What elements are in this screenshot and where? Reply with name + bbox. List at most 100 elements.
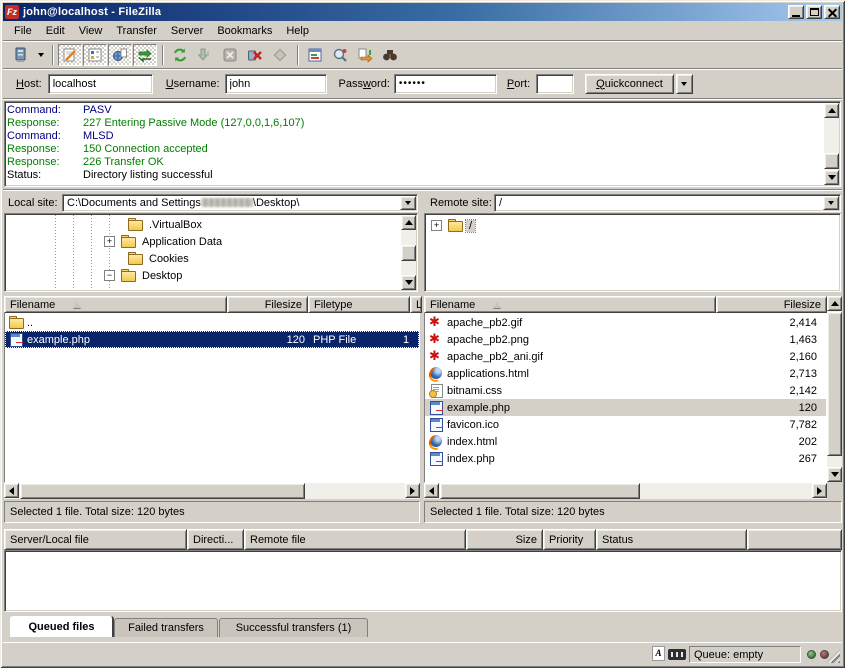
expand-icon[interactable]: +: [104, 236, 115, 247]
file-row-example-php[interactable]: example.php 120 PHP File 1: [5, 331, 419, 348]
close-button[interactable]: [824, 5, 840, 19]
collapse-icon[interactable]: −: [104, 270, 115, 281]
disconnect-button[interactable]: [243, 44, 267, 66]
menu-bookmarks[interactable]: Bookmarks: [210, 23, 279, 39]
scroll-up-button[interactable]: [401, 215, 416, 230]
file-row-parent-dir[interactable]: ..: [5, 314, 419, 331]
menu-bar: File Edit View Transfer Server Bookmarks…: [3, 22, 842, 40]
queue-status-panel: Queue: empty: [689, 646, 801, 663]
speed-limits-icon[interactable]: [668, 649, 686, 660]
toggle-message-log-button[interactable]: [58, 44, 82, 66]
combo-dropdown-button[interactable]: [823, 196, 839, 210]
column-last-modified[interactable]: L: [410, 296, 422, 313]
column-remote-file[interactable]: Remote file: [244, 529, 466, 550]
column-status[interactable]: Status: [596, 529, 747, 550]
menu-edit[interactable]: Edit: [39, 23, 72, 39]
site-manager-dropdown-button[interactable]: [34, 44, 47, 66]
column-server-local-file[interactable]: Server/Local file: [4, 529, 187, 550]
tree-item-root[interactable]: +/: [431, 217, 475, 234]
tab-successful-transfers[interactable]: Successful transfers (1): [219, 618, 368, 637]
file-row[interactable]: index.php267: [425, 450, 826, 467]
toggle-transfer-queue-button[interactable]: [133, 44, 157, 66]
menu-view[interactable]: View: [72, 23, 110, 39]
scroll-right-button[interactable]: [812, 483, 827, 498]
file-row[interactable]: apache_pb2.gif2,414: [425, 314, 826, 331]
cancel-operation-button[interactable]: [218, 44, 242, 66]
toggle-remote-tree-button[interactable]: [108, 44, 132, 66]
file-row[interactable]: apache_pb2.png1,463: [425, 331, 826, 348]
menu-file[interactable]: File: [7, 23, 39, 39]
host-input[interactable]: [48, 74, 153, 94]
scroll-up-button[interactable]: [827, 296, 842, 311]
scroll-thumb[interactable]: [827, 312, 842, 456]
username-input[interactable]: [225, 74, 327, 94]
scroll-right-button[interactable]: [405, 483, 420, 498]
scroll-up-button[interactable]: [824, 103, 839, 118]
title-bar[interactable]: Fz john@localhost - FileZilla: [3, 3, 842, 21]
column-filename[interactable]: Filename: [4, 296, 227, 313]
scroll-thumb[interactable]: [20, 483, 305, 499]
file-row-selected[interactable]: example.php120: [425, 399, 826, 416]
log-entry: Status:Directory listing successful: [7, 169, 822, 182]
process-queue-button[interactable]: [193, 44, 217, 66]
column-size[interactable]: Size: [466, 529, 543, 550]
tree-item-virtualbox[interactable]: .VirtualBox: [128, 216, 205, 233]
tree-item-cookies[interactable]: Cookies: [128, 250, 192, 267]
port-input[interactable]: [536, 74, 574, 94]
scroll-thumb[interactable]: [440, 483, 640, 499]
column-filesize[interactable]: Filesize: [227, 296, 308, 313]
scroll-thumb[interactable]: [824, 153, 839, 169]
column-direction[interactable]: Directi...: [187, 529, 244, 550]
scroll-thumb[interactable]: [401, 245, 416, 261]
filename-filters-button[interactable]: [303, 44, 327, 66]
scroll-down-button[interactable]: [401, 275, 416, 290]
remote-list-hscrollbar[interactable]: [424, 483, 827, 499]
local-list-header: Filename Filesize Filetype L: [4, 296, 420, 313]
directory-comparison-button[interactable]: [328, 44, 352, 66]
column-filename[interactable]: Filename: [424, 296, 716, 313]
remote-site-combo[interactable]: /: [494, 194, 841, 212]
remote-list-scrollbar[interactable]: [827, 296, 842, 482]
menu-server[interactable]: Server: [164, 23, 210, 39]
column-filesize[interactable]: Filesize: [716, 296, 827, 313]
synchronized-browsing-button[interactable]: [353, 44, 377, 66]
tree-item-desktop[interactable]: −Desktop: [104, 267, 185, 284]
folder-icon: [121, 235, 136, 248]
reconnect-button[interactable]: [268, 44, 292, 66]
scroll-left-button[interactable]: [424, 483, 439, 498]
menu-help[interactable]: Help: [279, 23, 316, 39]
column-empty[interactable]: [747, 529, 842, 550]
menu-transfer[interactable]: Transfer: [109, 23, 164, 39]
quickconnect-dropdown-button[interactable]: [676, 74, 693, 94]
maximize-button[interactable]: [806, 5, 822, 19]
close-icon: [828, 8, 837, 17]
local-list-hscrollbar[interactable]: [4, 483, 420, 499]
sort-ascending-icon: [73, 302, 81, 308]
file-row[interactable]: applications.html2,713: [425, 365, 826, 382]
column-priority[interactable]: Priority: [543, 529, 596, 550]
file-row[interactable]: index.html202: [425, 433, 826, 450]
combo-dropdown-button[interactable]: [400, 196, 416, 210]
file-row[interactable]: favicon.ico7,782: [425, 416, 826, 433]
find-files-button[interactable]: [378, 44, 402, 66]
local-site-combo[interactable]: C:\Documents and Settings\Desktop\: [62, 194, 418, 212]
quickconnect-button[interactable]: Quickconnect: [585, 74, 674, 94]
tree-item-application-data[interactable]: +Application Data: [104, 233, 225, 250]
tab-queued-files[interactable]: Queued files: [10, 616, 113, 637]
file-row[interactable]: apache_pb2_ani.gif2,160: [425, 348, 826, 365]
refresh-button[interactable]: [168, 44, 192, 66]
minimize-button[interactable]: [788, 5, 804, 19]
local-tree-scrollbar[interactable]: [401, 215, 416, 290]
column-filetype[interactable]: Filetype: [308, 296, 410, 313]
password-input[interactable]: [394, 74, 497, 94]
ascii-transfer-type-icon[interactable]: A: [652, 646, 665, 661]
scroll-down-button[interactable]: [824, 170, 839, 185]
expand-icon[interactable]: +: [431, 220, 442, 231]
tab-failed-transfers[interactable]: Failed transfers: [114, 618, 218, 637]
scroll-down-button[interactable]: [827, 467, 842, 482]
log-scrollbar[interactable]: [824, 103, 839, 185]
toggle-local-tree-button[interactable]: [83, 44, 107, 66]
scroll-left-button[interactable]: [4, 483, 19, 498]
file-row[interactable]: bitnami.css2,142: [425, 382, 826, 399]
site-manager-button[interactable]: [9, 44, 33, 66]
